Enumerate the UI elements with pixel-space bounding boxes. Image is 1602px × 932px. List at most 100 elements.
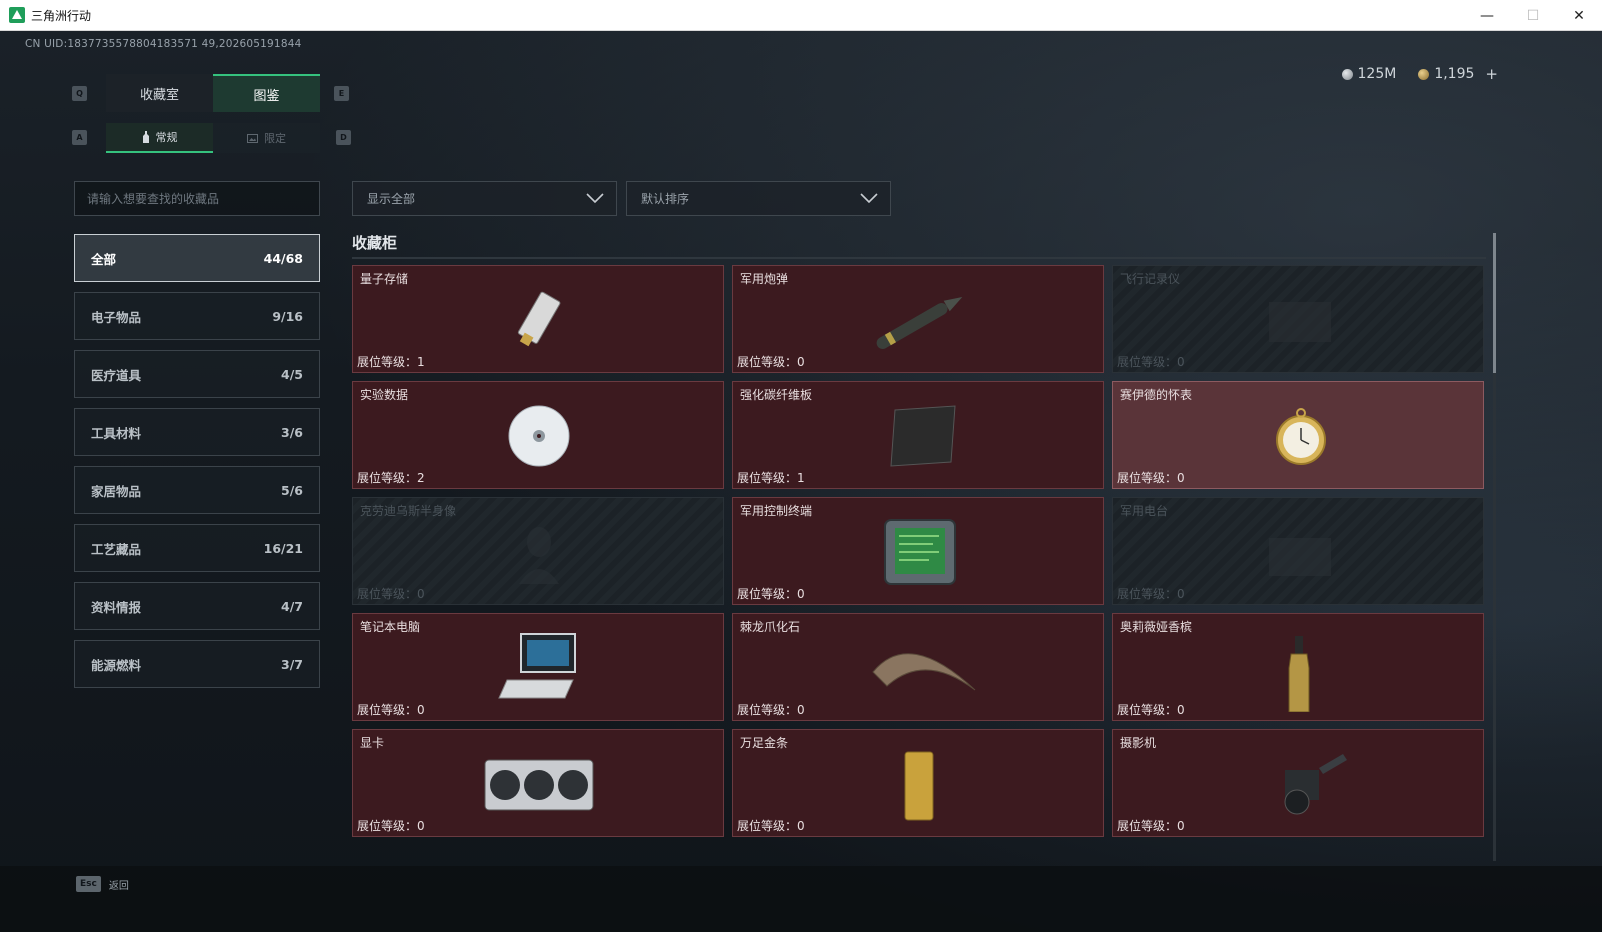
category-label: 资料情报	[91, 599, 142, 615]
item-display-level: 展位等级：1	[357, 353, 425, 370]
esc-key-hint: Esc	[76, 876, 101, 892]
item-display-level: 展位等级：1	[737, 469, 805, 486]
gold-currency[interactable]: 1,195 +	[1418, 65, 1498, 83]
gold-coin-icon	[1418, 68, 1430, 80]
tab-collection-room[interactable]: 收藏室	[106, 74, 213, 112]
chevron-down-icon	[586, 193, 604, 204]
maximize-button[interactable]: ☐	[1510, 0, 1556, 31]
filter-dropdown[interactable]: 显示全部	[352, 181, 617, 216]
collection-item-card[interactable]: 飞行记录仪 展位等级：0	[1112, 265, 1484, 373]
category-household[interactable]: 家居物品 5/6	[74, 466, 320, 514]
item-name: 军用电台	[1120, 504, 1169, 518]
category-medical[interactable]: 医疗道具 4/5	[74, 350, 320, 398]
collection-item-card[interactable]: 军用控制终端 展位等级：0	[732, 497, 1104, 605]
item-name: 强化碳纤维板	[740, 388, 813, 402]
category-count: 16/21	[263, 540, 303, 556]
item-display-level: 展位等级：0	[737, 817, 805, 834]
collection-item-card[interactable]: 军用炮弹展位等级：0	[732, 265, 1104, 373]
sub-tabs: 常规 限定	[106, 123, 320, 153]
level-prefix: 展位等级：	[737, 819, 798, 833]
level-prefix: 展位等级：	[357, 355, 418, 369]
laptop-icon	[498, 633, 576, 699]
level-prefix: 展位等级：	[737, 587, 798, 601]
search-input[interactable]	[74, 181, 320, 216]
level-value: 0	[1177, 471, 1185, 485]
item-display-level: 展位等级：0	[1117, 585, 1185, 602]
item-name: 摄影机	[1120, 736, 1157, 750]
category-count: 3/7	[281, 656, 303, 672]
tab-catalog[interactable]: 图鉴	[213, 74, 320, 112]
collection-item-card[interactable]: 克劳迪乌斯半身像 展位等级：0	[352, 497, 724, 605]
level-value: 0	[797, 587, 805, 601]
collection-item-card[interactable]: 量子存储展位等级：1	[352, 265, 724, 373]
level-prefix: 展位等级：	[1117, 471, 1178, 485]
collection-item-card[interactable]: 强化碳纤维板 展位等级：1	[732, 381, 1104, 489]
back-button[interactable]: Esc 返回	[76, 876, 129, 892]
item-display-level: 展位等级：0	[1117, 701, 1185, 718]
item-name: 军用炮弹	[740, 272, 789, 286]
window-titlebar: 三角洲行动 — ☐ ✕	[0, 0, 1602, 31]
item-display-level: 展位等级：0	[737, 353, 805, 370]
level-value: 0	[797, 703, 805, 717]
uid-label: CN UID:1837735578804183571 49,2026051918…	[25, 38, 302, 50]
level-value: 0	[417, 819, 425, 833]
collection-item-card[interactable]: 赛伊德的怀表 展位等级：0	[1112, 381, 1484, 489]
level-value: 0	[797, 355, 805, 369]
category-label: 工具材料	[91, 425, 142, 441]
subtab-limited[interactable]: 限定	[213, 123, 320, 153]
key-hint-d: D	[336, 130, 351, 145]
item-display-level: 展位等级：0	[737, 585, 805, 602]
category-crafts[interactable]: 工艺藏品 16/21	[74, 524, 320, 572]
level-value: 0	[1177, 587, 1185, 601]
level-prefix: 展位等级：	[357, 819, 418, 833]
window-title: 三角洲行动	[31, 8, 92, 23]
category-tools[interactable]: 工具材料 3/6	[74, 408, 320, 456]
collection-item-card[interactable]: 军用电台展位等级：0	[1112, 497, 1484, 605]
item-name: 赛伊德的怀表	[1120, 388, 1193, 402]
key-hint-e: E	[334, 86, 349, 101]
image-icon	[247, 133, 258, 143]
item-display-level: 展位等级：2	[357, 469, 425, 486]
item-name: 显卡	[360, 736, 385, 750]
currency-bar: 125M 1,195 +	[1341, 65, 1498, 83]
minimize-button[interactable]: —	[1464, 0, 1510, 31]
category-energy[interactable]: 能源燃料 3/7	[74, 640, 320, 688]
collection-item-card[interactable]: 实验数据 展位等级：2	[352, 381, 724, 489]
pocket-watch-icon	[1276, 408, 1326, 465]
back-label: 返回	[108, 880, 129, 892]
item-name: 量子存储	[360, 272, 409, 286]
category-label: 电子物品	[91, 309, 142, 325]
main-tabs: 收藏室 图鉴	[106, 74, 320, 112]
item-name: 万足金条	[740, 736, 789, 750]
category-label: 医疗道具	[91, 367, 142, 383]
level-value: 1	[797, 471, 805, 485]
category-intel[interactable]: 资料情报 4/7	[74, 582, 320, 630]
item-name: 奥莉薇娅香槟	[1120, 620, 1193, 634]
silver-amount: 125M	[1357, 66, 1397, 82]
add-currency-button[interactable]: +	[1485, 65, 1498, 83]
collection-item-card[interactable]: 摄影机 展位等级：0	[1112, 729, 1484, 837]
bottle-icon	[142, 131, 149, 143]
item-name: 克劳迪乌斯半身像	[360, 504, 457, 518]
collection-item-card[interactable]: 万足金条展位等级：0	[732, 729, 1104, 837]
collection-item-card[interactable]: 笔记本电脑 展位等级：0	[352, 613, 724, 721]
category-electronics[interactable]: 电子物品 9/16	[74, 292, 320, 340]
collection-item-card[interactable]: 棘龙爪化石 展位等级：0	[732, 613, 1104, 721]
gold-bar-icon	[904, 751, 934, 821]
level-prefix: 展位等级：	[1117, 587, 1178, 601]
level-prefix: 展位等级：	[357, 703, 418, 717]
category-count: 4/5	[281, 366, 303, 382]
subtab-regular[interactable]: 常规	[106, 123, 213, 153]
item-name: 飞行记录仪	[1120, 272, 1181, 286]
close-button[interactable]: ✕	[1556, 0, 1602, 31]
collection-item-card[interactable]: 显卡展位等级：0	[352, 729, 724, 837]
category-all[interactable]: 全部 44/68	[74, 234, 320, 282]
sort-dropdown[interactable]: 默认排序	[626, 181, 891, 216]
scrollbar-thumb[interactable]	[1493, 233, 1496, 373]
collection-item-card[interactable]: 奥莉薇娅香槟 展位等级：0	[1112, 613, 1484, 721]
level-value: 2	[417, 471, 425, 485]
level-value: 0	[417, 587, 425, 601]
chevron-down-icon	[860, 193, 878, 204]
level-value: 0	[1177, 703, 1185, 717]
category-count: 44/68	[263, 250, 303, 266]
